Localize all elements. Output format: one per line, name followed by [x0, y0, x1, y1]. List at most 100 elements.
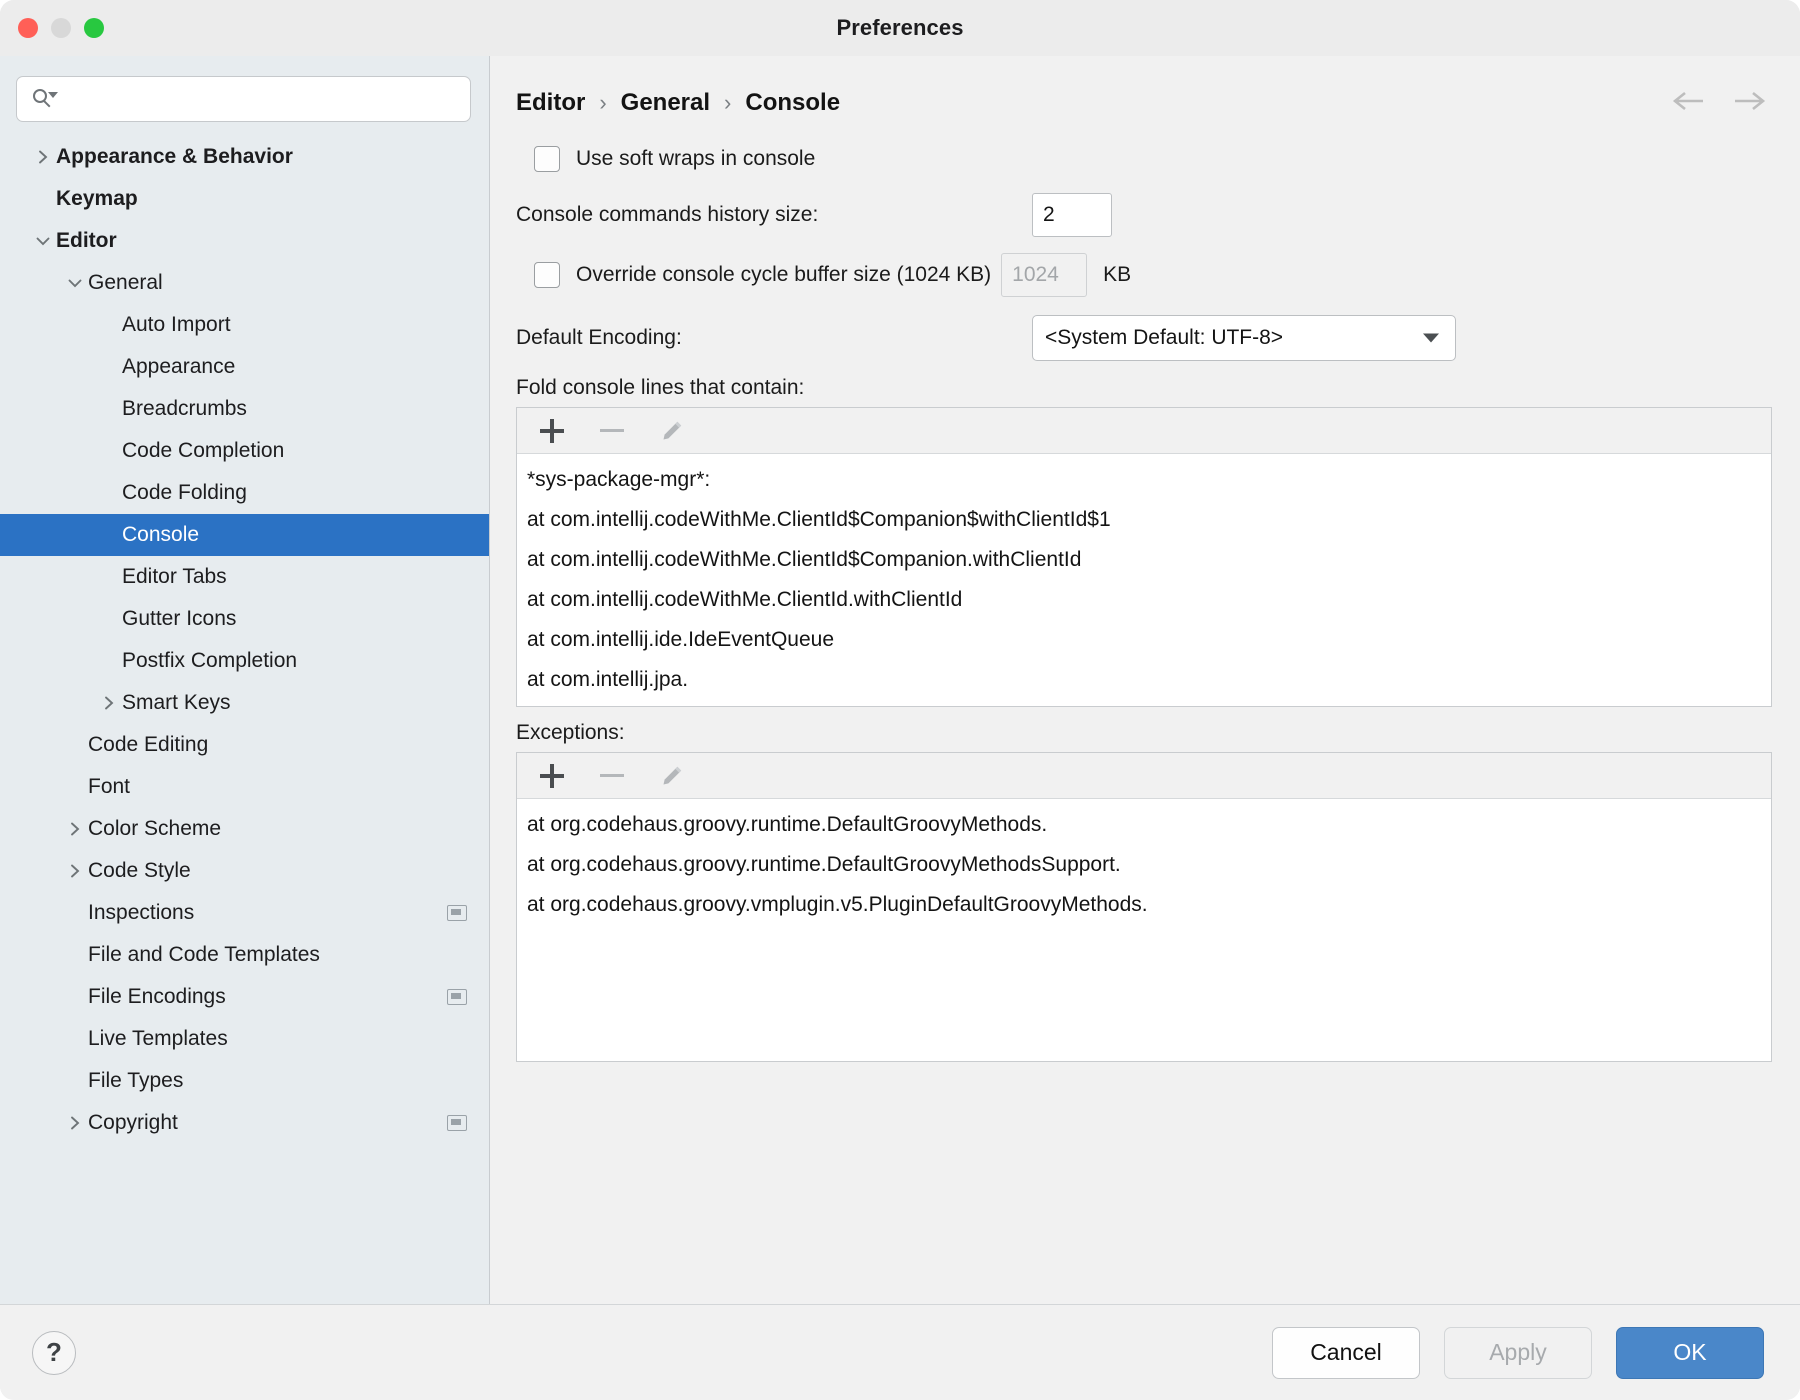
exceptions-list-panel: at org.codehaus.groovy.runtime.DefaultGr…	[516, 752, 1772, 1062]
sidebar-item-appearance[interactable]: Appearance	[0, 346, 489, 388]
fold-remove-icon[interactable]	[597, 416, 627, 446]
ok-button[interactable]: OK	[1616, 1327, 1764, 1379]
sidebar-item-keymap[interactable]: Keymap	[0, 178, 489, 220]
chevron-right-icon[interactable]	[62, 1115, 88, 1131]
exceptions-list-item[interactable]: at org.codehaus.groovy.runtime.DefaultGr…	[517, 845, 1771, 885]
exceptions-list-item[interactable]: at org.codehaus.groovy.runtime.DefaultGr…	[517, 805, 1771, 845]
sidebar-item-editor[interactable]: Editor	[0, 220, 489, 262]
override-buffer-checkbox[interactable]	[534, 262, 560, 288]
exceptions-remove-icon[interactable]	[597, 761, 627, 791]
exceptions-section-label: Exceptions:	[516, 721, 1772, 745]
window-title: Preferences	[0, 15, 1800, 41]
close-window-button[interactable]	[18, 18, 38, 38]
chevron-right-icon[interactable]	[62, 863, 88, 879]
sidebar-item-file-encodings[interactable]: File Encodings	[0, 976, 489, 1018]
sidebar-item-label: Smart Keys	[122, 691, 231, 715]
back-arrow-icon[interactable]	[1672, 89, 1706, 118]
sidebar-item-label: Keymap	[56, 187, 138, 211]
kb-unit-label: KB	[1103, 263, 1131, 287]
forward-arrow-icon[interactable]	[1732, 89, 1766, 118]
fold-list-panel: *sys-package-mgr*:at com.intellij.codeWi…	[516, 407, 1772, 707]
fold-list-item[interactable]: *sys-package-mgr*:	[517, 460, 1771, 500]
sidebar-item-code-editing[interactable]: Code Editing	[0, 724, 489, 766]
apply-button[interactable]: Apply	[1444, 1327, 1592, 1379]
default-encoding-value: <System Default: UTF-8>	[1045, 326, 1283, 350]
sidebar-item-label: Appearance & Behavior	[56, 145, 293, 169]
sidebar-item-color-scheme[interactable]: Color Scheme	[0, 808, 489, 850]
fold-list-item[interactable]: at com.intellij.junit3.	[517, 700, 1771, 706]
override-buffer-input[interactable]: 1024	[1001, 253, 1087, 297]
search-box[interactable]	[16, 76, 471, 122]
help-button[interactable]: ?	[32, 1331, 76, 1375]
exceptions-list-item[interactable]: at org.codehaus.groovy.vmplugin.v5.Plugi…	[517, 885, 1771, 925]
sidebar-item-label: File and Code Templates	[88, 943, 320, 967]
sidebar-item-inspections[interactable]: Inspections	[0, 892, 489, 934]
exceptions-list[interactable]: at org.codehaus.groovy.runtime.DefaultGr…	[517, 799, 1771, 1061]
chevron-right-icon[interactable]	[96, 695, 122, 711]
breadcrumb-part[interactable]: Editor	[516, 89, 585, 117]
fold-list-item[interactable]: at com.intellij.ide.IdeEventQueue	[517, 620, 1771, 660]
history-size-input[interactable]: 2	[1032, 193, 1112, 237]
fold-add-icon[interactable]	[537, 416, 567, 446]
soft-wraps-checkbox[interactable]	[534, 146, 560, 172]
search-input[interactable]	[63, 88, 458, 111]
breadcrumb-separator: ›	[599, 90, 606, 116]
override-buffer-row[interactable]: Override console cycle buffer size (1024…	[534, 252, 1772, 298]
sidebar-item-copyright[interactable]: Copyright	[0, 1102, 489, 1144]
window-controls	[18, 18, 104, 38]
sidebar-item-label: Code Folding	[122, 481, 247, 505]
sidebar-item-smart-keys[interactable]: Smart Keys	[0, 682, 489, 724]
settings-tree: Appearance & Behavior Keymap Editor General…	[0, 130, 489, 1304]
soft-wraps-row[interactable]: Use soft wraps in console	[534, 146, 1772, 172]
sidebar-item-editor-tabs[interactable]: Editor Tabs	[0, 556, 489, 598]
sidebar-item-label: Color Scheme	[88, 817, 221, 841]
project-scope-icon	[447, 989, 467, 1005]
breadcrumb-part: Console	[745, 89, 840, 117]
sidebar-item-appearance-behavior[interactable]: Appearance & Behavior	[0, 136, 489, 178]
sidebar-item-label: Console	[122, 523, 199, 547]
settings-pane: Editor›General›Console Use soft wraps in…	[490, 56, 1800, 1304]
breadcrumb-part[interactable]: General	[621, 89, 710, 117]
sidebar-item-auto-import[interactable]: Auto Import	[0, 304, 489, 346]
footer-buttons: Cancel Apply OK	[1272, 1327, 1764, 1379]
chevron-down-icon	[1423, 334, 1439, 343]
fold-list-item[interactable]: at com.intellij.codeWithMe.ClientId$Comp…	[517, 500, 1771, 540]
fold-list-item[interactable]: at com.intellij.jpa.	[517, 660, 1771, 700]
default-encoding-row: Default Encoding: <System Default: UTF-8…	[516, 314, 1772, 362]
sidebar-item-breadcrumbs[interactable]: Breadcrumbs	[0, 388, 489, 430]
fold-list-item[interactable]: at com.intellij.codeWithMe.ClientId$Comp…	[517, 540, 1771, 580]
search-container	[0, 56, 489, 130]
sidebar-item-live-templates[interactable]: Live Templates	[0, 1018, 489, 1060]
chevron-right-icon[interactable]	[62, 821, 88, 837]
sidebar-item-code-completion[interactable]: Code Completion	[0, 430, 489, 472]
exceptions-add-icon[interactable]	[537, 761, 567, 791]
exceptions-edit-icon[interactable]	[657, 761, 687, 791]
sidebar-item-code-style[interactable]: Code Style	[0, 850, 489, 892]
zoom-window-button[interactable]	[84, 18, 104, 38]
sidebar-item-label: Postfix Completion	[122, 649, 297, 673]
chevron-down-icon[interactable]	[30, 233, 56, 249]
fold-list-item[interactable]: at com.intellij.codeWithMe.ClientId.with…	[517, 580, 1771, 620]
sidebar-item-label: Inspections	[88, 901, 194, 925]
fold-list[interactable]: *sys-package-mgr*:at com.intellij.codeWi…	[517, 454, 1771, 706]
chevron-down-icon[interactable]	[62, 275, 88, 291]
fold-edit-icon[interactable]	[657, 416, 687, 446]
sidebar-item-console[interactable]: Console	[0, 514, 489, 556]
sidebar-item-code-folding[interactable]: Code Folding	[0, 472, 489, 514]
minimize-window-button[interactable]	[51, 18, 71, 38]
sidebar-item-label: Code Editing	[88, 733, 208, 757]
sidebar-item-label: Breadcrumbs	[122, 397, 247, 421]
sidebar-item-label: Editor	[56, 229, 117, 253]
sidebar-item-gutter-icons[interactable]: Gutter Icons	[0, 598, 489, 640]
sidebar-item-file-types[interactable]: File Types	[0, 1060, 489, 1102]
default-encoding-select[interactable]: <System Default: UTF-8>	[1032, 315, 1456, 361]
chevron-right-icon[interactable]	[30, 149, 56, 165]
fold-section-label: Fold console lines that contain:	[516, 376, 1772, 400]
cancel-button[interactable]: Cancel	[1272, 1327, 1420, 1379]
sidebar-item-label: File Encodings	[88, 985, 226, 1009]
sidebar-item-file-and-code-templates[interactable]: File and Code Templates	[0, 934, 489, 976]
sidebar-item-postfix-completion[interactable]: Postfix Completion	[0, 640, 489, 682]
sidebar-item-font[interactable]: Font	[0, 766, 489, 808]
history-size-row: Console commands history size: 2	[516, 192, 1772, 238]
sidebar-item-general[interactable]: General	[0, 262, 489, 304]
